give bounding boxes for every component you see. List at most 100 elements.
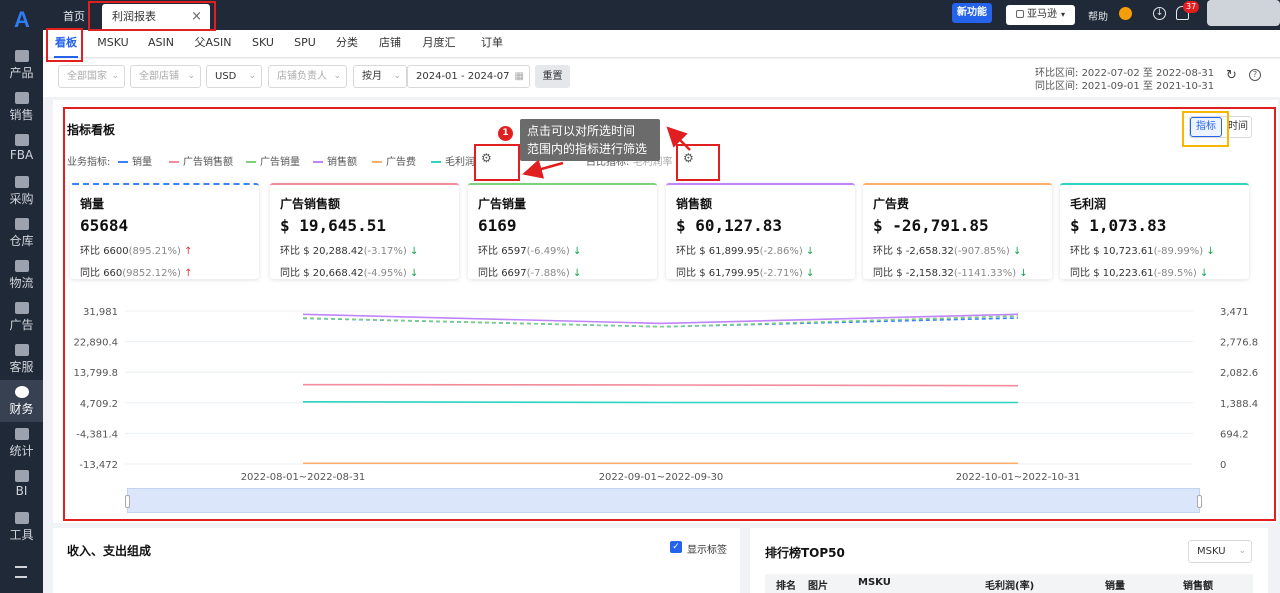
- sidebar-item-6[interactable]: 广告: [0, 296, 43, 338]
- ranking-column-header-3[interactable]: 毛利润(率): [985, 577, 1034, 592]
- income-expense-panel: 收入、支出组成 ✓ 显示标签: [53, 528, 740, 593]
- report-subnav: 看板MSKUASIN父ASINSKUSPU分类店铺月度汇总订单: [43, 30, 1280, 75]
- country-select-label: 全部国家: [67, 71, 107, 82]
- chevron-down-icon: ⌄: [187, 71, 195, 81]
- show-labels-label: 显示标签: [687, 545, 727, 556]
- period-select-label: 按月: [362, 71, 382, 82]
- currency-select-label: USD: [215, 71, 237, 82]
- sidebar-item-icon: [14, 344, 29, 356]
- user-profile[interactable]: [1207, 0, 1280, 26]
- show-labels-checkbox[interactable]: ✓: [670, 541, 682, 553]
- chevron-down-icon: ⌄: [333, 71, 341, 81]
- owner-select[interactable]: 店铺负责人 ⌄: [268, 65, 347, 88]
- chevron-down-icon: ⌄: [248, 71, 256, 81]
- yoy-range: 同比区间: 2021-09-01 至 2021-10-31: [1035, 77, 1214, 92]
- sidebar-item-icon: [14, 386, 29, 398]
- sidebar-item-5[interactable]: 物流: [0, 254, 43, 296]
- ranking-column-header-5[interactable]: 销售额: [1183, 577, 1213, 592]
- filter-bar: 全部国家 ⌄ 全部店铺 ⌄ USD ⌄ 店铺负责人 ⌄ 按月 ⌄ 2024-01 - 20…: [43, 59, 1280, 97]
- country-select[interactable]: 全部国家 ⌄: [58, 65, 125, 88]
- sidebar-item-0[interactable]: 产品: [0, 44, 43, 86]
- sidebar-item-icon: [14, 92, 29, 104]
- notification-badge: 37: [1183, 1, 1200, 13]
- highlight-settings-box-1: [474, 144, 520, 181]
- owner-select-label: 店铺负责人: [277, 71, 327, 82]
- sidebar-item-10[interactable]: BI: [0, 464, 43, 506]
- sidebar-item-8[interactable]: 财务: [0, 380, 43, 422]
- subnav-item-5[interactable]: SPU: [293, 30, 317, 58]
- sidebar-item-icon: [14, 50, 29, 62]
- download-icon[interactable]: ↓: [1153, 7, 1166, 20]
- app-logo[interactable]: A: [9, 8, 35, 32]
- ranking-column-header-2[interactable]: MSKU: [858, 577, 891, 588]
- sidebar-item-icon: [14, 260, 29, 272]
- sidebar-item-label: FBA: [9, 148, 34, 162]
- sidebar-item-7[interactable]: 客服: [0, 338, 43, 380]
- sidebar-item-label: 物流: [9, 276, 34, 290]
- sidebar-item-3[interactable]: 采购: [0, 170, 43, 212]
- chevron-down-icon: ▾: [1060, 10, 1065, 19]
- help-icon[interactable]: ?: [1249, 69, 1261, 81]
- sidebar-item-label: BI: [15, 484, 28, 498]
- ranking-select-label: MSKU: [1197, 546, 1226, 557]
- ranking-dimension-select[interactable]: MSKU ⌄: [1188, 540, 1252, 563]
- highlight-kanban-box: [46, 28, 83, 62]
- sidebar-item-label: 产品: [9, 66, 34, 80]
- subnav-item-9[interactable]: 订单: [480, 30, 504, 58]
- sidebar-item-label: 采购: [9, 192, 34, 206]
- yoy-value: 2021-09-01 至 2021-10-31: [1081, 81, 1215, 92]
- sidebar-item-9[interactable]: 统计: [0, 422, 43, 464]
- subnav-item-1[interactable]: MSKU: [96, 30, 130, 58]
- subnav-item-8[interactable]: 月度汇总: [419, 30, 459, 75]
- help-link[interactable]: 帮助: [1088, 8, 1108, 23]
- income-expense-title: 收入、支出组成: [67, 544, 152, 558]
- callout-arrow-right: [666, 126, 691, 151]
- subnav-item-4[interactable]: SKU: [251, 30, 275, 58]
- reset-button[interactable]: 重置: [535, 65, 570, 88]
- sidebar-item-icon: [14, 428, 29, 440]
- sidebar-item-4[interactable]: 仓库: [0, 212, 43, 254]
- new-feature-button[interactable]: 新功能: [952, 3, 992, 23]
- sidebar-item-label: 财务: [9, 402, 34, 416]
- sidebar-item-icon: [14, 512, 29, 524]
- subnav-item-7[interactable]: 店铺: [378, 30, 402, 58]
- sidebar-item-icon: [14, 218, 29, 230]
- sidebar-item-label: 客服: [9, 360, 34, 374]
- date-range-value: 2024-01 - 2024-07: [416, 71, 510, 82]
- sidebar-item-label: 工具: [9, 528, 34, 542]
- store-filter-select[interactable]: 全部店铺 ⌄: [130, 65, 201, 88]
- chevron-down-icon: ⌄: [1238, 546, 1246, 556]
- ranking-column-header-1[interactable]: 图片: [808, 577, 828, 592]
- highlight-tab-box: [88, 1, 216, 31]
- sidebar-item-icon: [14, 302, 29, 314]
- subnav-item-3[interactable]: 父ASIN: [193, 30, 233, 58]
- ranking-column-header-4[interactable]: 销量: [1105, 577, 1125, 592]
- refresh-icon[interactable]: ↻: [1226, 68, 1237, 83]
- calendar-icon: ▦: [514, 71, 524, 82]
- menu-icon[interactable]: [15, 566, 27, 578]
- sidebar-item-label: 销售: [9, 108, 34, 122]
- user-avatar-icon[interactable]: [1119, 7, 1132, 20]
- top-bar: 首页 利润报表 × 新功能 亚马逊 ▾ 帮助 ↓ 37: [43, 0, 1280, 30]
- callout-number-badge: 1: [498, 126, 513, 141]
- date-range-picker[interactable]: 2024-01 - 2024-07 ▦: [407, 65, 530, 88]
- store-select[interactable]: 亚马逊 ▾: [1006, 5, 1075, 25]
- period-select[interactable]: 按月 ⌄: [353, 65, 407, 88]
- store-filter-label: 全部店铺: [139, 71, 179, 82]
- currency-select[interactable]: USD ⌄: [206, 65, 262, 88]
- sidebar-item-2[interactable]: FBA: [0, 128, 43, 170]
- store-select-label: 亚马逊: [1026, 9, 1057, 20]
- ranking-column-header-0[interactable]: 排名: [776, 577, 796, 592]
- sidebar-item-label: 统计: [9, 444, 34, 458]
- sidebar-item-icon: [14, 470, 29, 482]
- callout-arrow-left: [522, 159, 564, 179]
- store-icon: [1015, 10, 1024, 18]
- subnav-item-2[interactable]: ASIN: [146, 30, 176, 58]
- sidebar-item-icon: [14, 176, 29, 188]
- yoy-label: 同比区间:: [1035, 81, 1079, 92]
- sidebar-item-1[interactable]: 销售: [0, 86, 43, 128]
- sidebar-item-11[interactable]: 工具: [0, 506, 43, 548]
- subnav-item-6[interactable]: 分类: [335, 30, 359, 58]
- ranking-title: 排行榜TOP50: [765, 546, 845, 560]
- ranking-panel: 排行榜TOP50 MSKU ⌄ 排名 图片 MSKU 毛利润(率) 销量 销售额: [750, 528, 1268, 593]
